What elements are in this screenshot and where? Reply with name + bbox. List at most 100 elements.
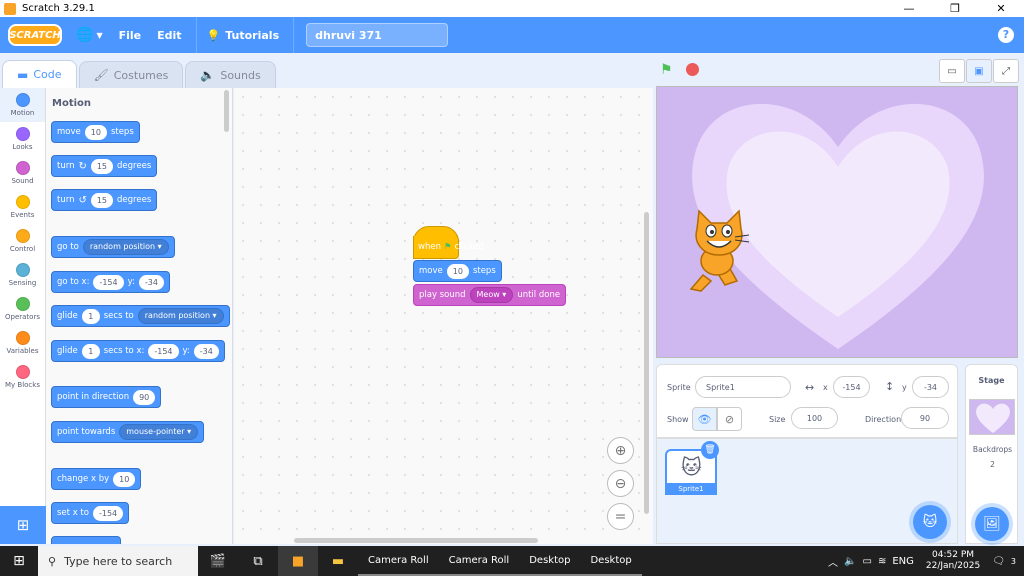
maximize-button[interactable]: ❐ [932, 0, 978, 17]
category-motion[interactable]: Motion [0, 88, 45, 122]
add-sprite-button[interactable]: 🐱 [913, 505, 947, 539]
taskbar-folder-4[interactable]: Desktop [580, 546, 642, 576]
system-tray: ︿ 🔈 ▭ ≋ ENG 04:52 PM 22/Jan/2025 🗨 3 [828, 546, 1024, 576]
script-block-move[interactable]: move 10 steps [413, 260, 502, 282]
block-input[interactable]: 15 [90, 192, 114, 208]
edit-menu[interactable]: Edit [157, 29, 181, 42]
block-text: when [418, 242, 441, 252]
taskbar-app-explorer[interactable]: ▬ [318, 546, 358, 576]
taskbar-app-task-view[interactable]: ⧉ [238, 546, 278, 576]
hide-sprite-button[interactable]: ⊘ [717, 407, 742, 431]
block-change-x[interactable]: change x by 10 [51, 468, 142, 490]
tab-costumes[interactable]: 🖌 Costumes [78, 61, 184, 88]
help-icon[interactable]: ? [998, 27, 1014, 43]
add-extension-button[interactable]: ⊞ [0, 506, 46, 544]
sprite-name-input[interactable]: Sprite1 [695, 376, 791, 398]
scratch-logo[interactable]: SCRATCH [8, 24, 62, 46]
script-block-play-sound[interactable]: play sound Meow ▾ until done [413, 284, 567, 306]
block-turn-right[interactable]: turn ↻ 15 degrees [51, 155, 158, 177]
palette-scrollbar[interactable] [224, 90, 229, 132]
chevron-up-icon[interactable]: ︿ [828, 554, 838, 569]
category-sensing[interactable]: Sensing [0, 258, 45, 292]
category-my-blocks[interactable]: My Blocks [0, 360, 45, 394]
block-dropdown[interactable]: random position ▾ [137, 308, 224, 324]
block-input[interactable]: -34 [193, 343, 219, 359]
y-position-input[interactable]: -34 [912, 376, 949, 398]
category-events[interactable]: Events [0, 190, 45, 224]
direction-input[interactable]: 90 [901, 407, 949, 429]
taskbar-app-scratch[interactable]: ■ [278, 546, 318, 576]
block-set-x[interactable]: set x to -154 [51, 502, 130, 524]
block-dropdown[interactable]: random position ▾ [82, 239, 169, 255]
project-title-input[interactable] [306, 23, 449, 47]
add-backdrop-button[interactable]: 🖼 [975, 507, 1009, 541]
block-input[interactable]: 10 [84, 124, 107, 140]
block-input[interactable]: 90 [133, 389, 156, 405]
stage-canvas[interactable] [656, 86, 1018, 358]
tab-sounds[interactable]: 🔈 Sounds [185, 61, 276, 88]
stage-thumbnail[interactable] [969, 399, 1015, 435]
size-input[interactable]: 100 [791, 407, 838, 429]
category-control[interactable]: Control [0, 224, 45, 258]
category-looks[interactable]: Looks [0, 122, 45, 156]
workspace-v-scrollbar[interactable] [644, 212, 649, 514]
fullscreen-button[interactable]: ⤢ [993, 59, 1019, 83]
file-menu[interactable]: File [119, 29, 142, 42]
block-input[interactable]: 10 [113, 471, 136, 487]
block-when-flag-clicked[interactable]: when ⚑ clicked [413, 236, 484, 259]
block-go-to[interactable]: go to random position ▾ [51, 236, 175, 258]
block-move-steps[interactable]: move 10 steps [51, 121, 140, 143]
taskbar-search[interactable]: ⚲ Type here to search [38, 546, 198, 576]
zoom-reset-button[interactable]: = [607, 503, 634, 530]
close-button[interactable]: ✕ [978, 0, 1024, 17]
block-glide-xy[interactable]: glide 1 secs to x: -154 y: -34 [51, 340, 225, 362]
taskbar-app-media[interactable]: 🎬 [198, 546, 238, 576]
tutorials-button[interactable]: 💡 Tutorials [207, 29, 280, 42]
category-sound[interactable]: Sound [0, 156, 45, 190]
language-menu[interactable]: 🌐 ▼ [76, 27, 103, 43]
category-operators[interactable]: Operators [0, 292, 45, 326]
taskbar-folder-1[interactable]: Camera Roll [358, 546, 439, 576]
block-input[interactable]: -154 [148, 343, 179, 359]
language-indicator[interactable]: ENG [892, 556, 914, 567]
normal-stage-button[interactable]: ▣ [966, 59, 992, 83]
block-input[interactable]: -154 [92, 505, 124, 521]
minimize-button[interactable]: — [886, 0, 932, 17]
block-glide-to[interactable]: glide 1 secs to random position ▾ [51, 305, 230, 327]
notification-icon[interactable]: 🗨 [992, 556, 1005, 567]
block-go-to-xy[interactable]: go to x: -154 y: -34 [51, 271, 170, 293]
taskbar-folder-3[interactable]: Desktop [519, 546, 581, 576]
windows-start-button[interactable]: ⊞ [0, 546, 38, 576]
block-dropdown[interactable]: mouse-pointer ▾ [119, 424, 199, 440]
zoom-in-button[interactable]: ⊕ [607, 437, 634, 464]
zoom-out-button[interactable]: ⊖ [607, 470, 634, 497]
delete-sprite-button[interactable]: 🗑 [701, 441, 719, 459]
green-flag-button[interactable]: ⚑ [660, 62, 673, 78]
x-position-input[interactable]: -154 [833, 376, 870, 398]
code-workspace[interactable] [234, 88, 653, 544]
block-point-towards[interactable]: point towards mouse-pointer ▾ [51, 421, 205, 443]
taskbar-folder-2[interactable]: Camera Roll [438, 546, 520, 576]
block-input[interactable]: -34 [138, 274, 164, 290]
block-input[interactable]: 1 [81, 343, 100, 359]
block-point-direction[interactable]: point in direction 90 [51, 386, 162, 408]
block-input[interactable]: 10 [446, 263, 469, 279]
stage-selector-panel[interactable]: Stage Backdrops 2 🖼 [965, 364, 1018, 544]
workspace-h-scrollbar[interactable] [294, 538, 538, 543]
volume-icon[interactable]: 🔈 [844, 556, 856, 567]
block-turn-left[interactable]: turn ↺ 15 degrees [51, 189, 158, 211]
block-dropdown[interactable]: Meow ▾ [469, 287, 514, 303]
category-color-dot [15, 161, 30, 175]
block-input[interactable]: 1 [81, 308, 100, 324]
category-variables[interactable]: Variables [0, 326, 45, 360]
block-input[interactable]: 15 [90, 158, 114, 174]
small-stage-button[interactable]: ▭ [939, 59, 965, 83]
network-icon[interactable]: ▭ [863, 556, 872, 567]
tab-code[interactable]: ▬ Code [2, 60, 77, 88]
stop-button[interactable] [686, 63, 699, 76]
taskbar-clock[interactable]: 04:52 PM 22/Jan/2025 [926, 550, 980, 572]
block-input[interactable]: -154 [93, 274, 124, 290]
block-partial[interactable] [51, 536, 121, 544]
wifi-icon[interactable]: ≋ [878, 556, 886, 567]
show-sprite-button[interactable]: 👁 [692, 407, 717, 431]
